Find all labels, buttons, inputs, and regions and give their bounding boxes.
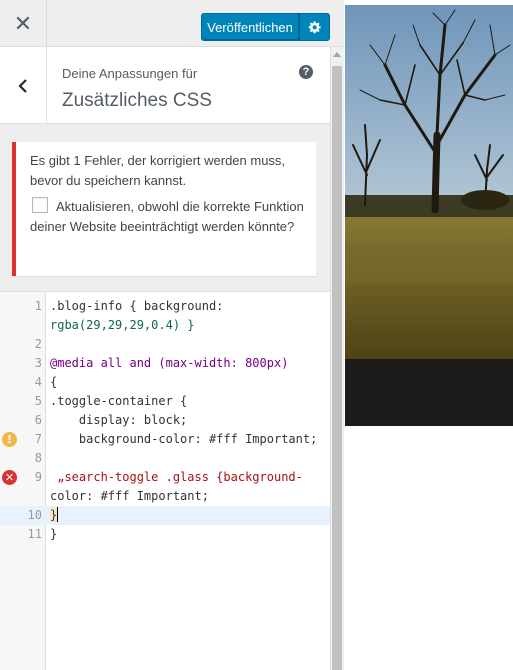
css-code-editor[interactable]: 1 .blog-info { background: rgba(29,29,29… xyxy=(0,291,330,670)
code-text: color: #fff Important; xyxy=(50,489,209,503)
code-text: } xyxy=(50,506,59,525)
tree-landscape-photo xyxy=(345,5,513,359)
code-line: ✕ 9 „search-toggle .glass {background- xyxy=(0,468,330,487)
code-text: display: block; xyxy=(50,413,188,427)
error-message: Es gibt 1 Fehler, der korrigiert werden … xyxy=(30,153,286,188)
code-line: color: #fff Important; xyxy=(0,487,330,506)
text-cursor xyxy=(57,507,59,522)
line-number: 6 xyxy=(34,413,42,427)
code-line: 11 } xyxy=(0,525,330,544)
line-number: 8 xyxy=(34,451,42,465)
code-text: rgba(29,29,29,0.4) } xyxy=(50,316,195,335)
publish-settings-button[interactable] xyxy=(299,13,330,41)
line-number: 1 xyxy=(34,299,42,313)
chevron-left-icon xyxy=(18,78,27,93)
code-text: „search-toggle .glass {background- xyxy=(50,470,303,484)
section-subtitle: Deine Anpassungen für xyxy=(62,66,198,81)
line-number: 10 xyxy=(27,508,42,522)
update-anyway-option: Aktualisieren, obwohl die korrekte Funkt… xyxy=(30,197,306,237)
preview-header-image xyxy=(345,5,513,359)
code-line: 2 xyxy=(0,335,330,354)
close-icon: ✕ xyxy=(13,10,33,36)
preview-dark-band xyxy=(345,359,513,426)
line-number: 9 xyxy=(34,470,42,484)
line-number: 4 xyxy=(34,375,42,389)
line-number: 11 xyxy=(27,527,42,541)
code-line: rgba(29,29,29,0.4) } xyxy=(0,316,330,335)
customizer-panel: ✕ Veröffentlichen Deine Anpassungen für … xyxy=(0,0,344,670)
gear-icon xyxy=(308,21,321,34)
section-header: Deine Anpassungen für Zusätzliches CSS ? xyxy=(0,47,330,124)
line-number: 5 xyxy=(34,394,42,408)
code-line: 4 { xyxy=(0,373,330,392)
code-line: 5 .toggle-container { xyxy=(0,392,330,411)
code-text: .toggle-container { xyxy=(50,394,188,408)
line-number: 7 xyxy=(34,432,42,446)
line-number: 2 xyxy=(34,337,42,351)
customizer-header: ✕ Veröffentlichen xyxy=(0,0,344,47)
code-line-active: 10 } xyxy=(0,506,330,525)
matched-bracket: } xyxy=(50,508,58,522)
code-text: { xyxy=(50,375,58,389)
help-icon[interactable]: ? xyxy=(299,65,313,79)
update-anyway-checkbox[interactable] xyxy=(32,197,48,213)
code-text: background-color: #fff Important; xyxy=(50,432,318,446)
error-icon[interactable]: ✕ xyxy=(2,470,17,485)
code-line: 3 @media all and (max-width: 800px) xyxy=(0,354,330,373)
code-text: .blog-info { background: xyxy=(50,299,224,313)
code-line: 8 xyxy=(0,449,330,468)
error-notice: Es gibt 1 Fehler, der korrigiert werden … xyxy=(12,142,316,276)
scroll-up-arrow-icon[interactable] xyxy=(333,52,341,57)
code-token: rgba(29,29,29,0.4) } xyxy=(50,318,195,332)
code-text: @media all and (max-width: 800px) xyxy=(50,356,289,370)
back-button[interactable] xyxy=(0,47,47,124)
code-line: 6 display: block; xyxy=(0,411,330,430)
code-line: 1 .blog-info { background: xyxy=(0,297,330,316)
code-text: } xyxy=(50,527,58,541)
publish-button-label: Veröffentlichen xyxy=(207,19,293,35)
update-anyway-label[interactable]: Aktualisieren, obwohl die korrekte Funkt… xyxy=(30,199,304,234)
publish-button[interactable]: Veröffentlichen xyxy=(201,13,299,41)
site-preview[interactable] xyxy=(345,0,513,670)
code-line: ! 7 background-color: #fff Important; xyxy=(0,430,330,449)
line-number: 3 xyxy=(34,356,42,370)
warning-icon[interactable]: ! xyxy=(2,432,17,447)
section-title: Zusätzliches CSS xyxy=(62,90,212,111)
scrollbar-thumb[interactable] xyxy=(332,66,342,670)
close-button[interactable]: ✕ xyxy=(0,0,47,47)
